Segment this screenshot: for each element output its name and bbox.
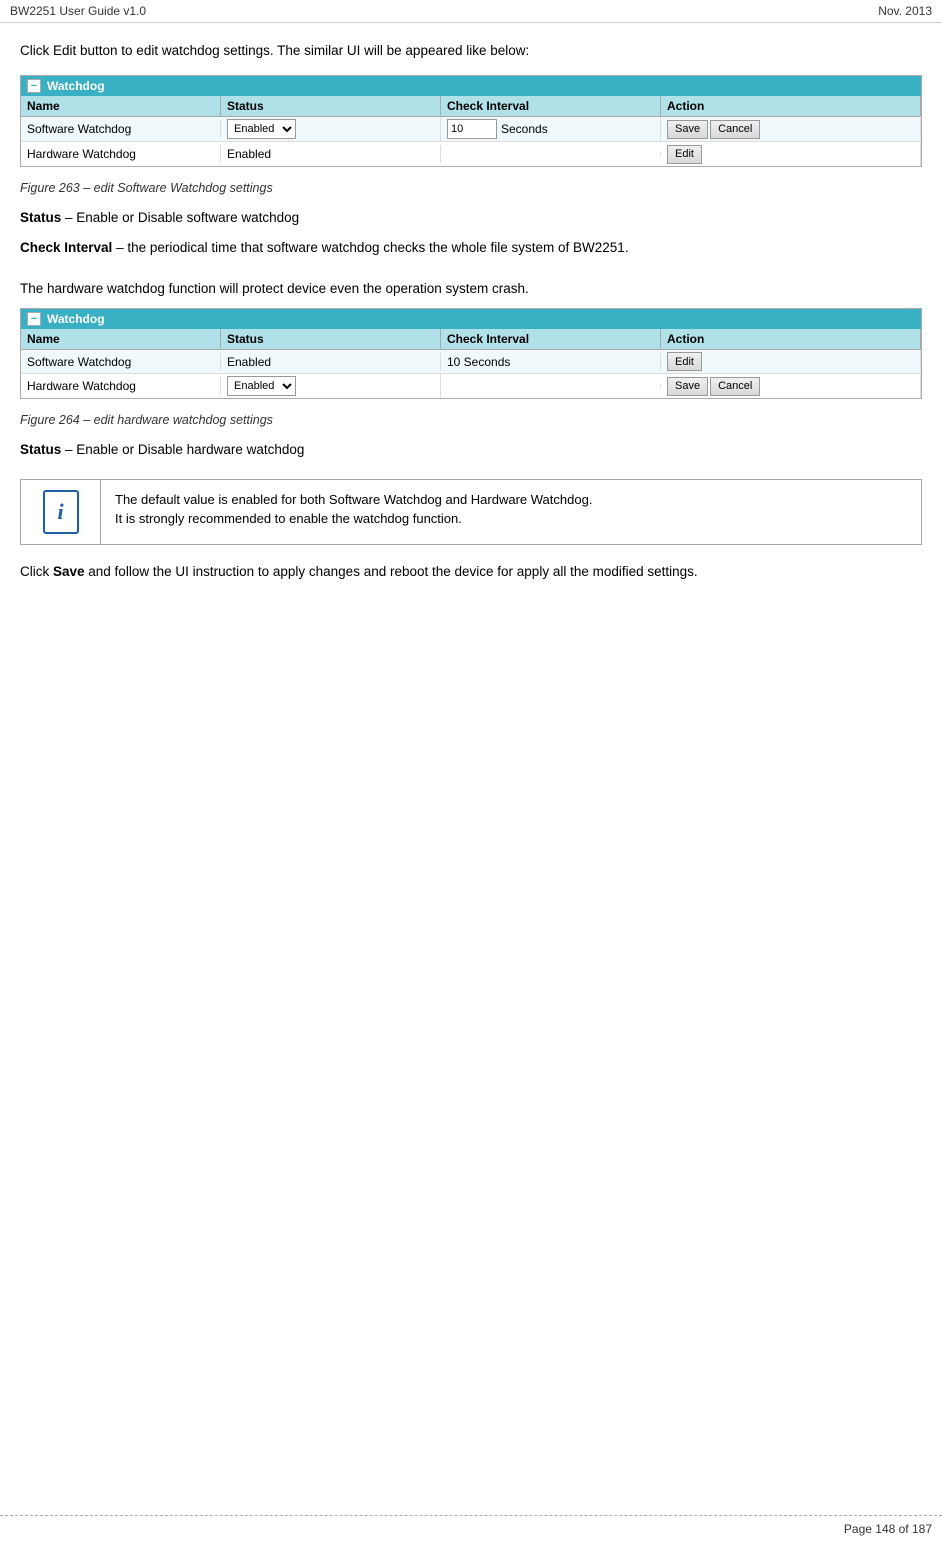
main-content: Click Edit button to edit watchdog setti…: [0, 23, 942, 650]
table1-collapse-icon[interactable]: −: [27, 79, 41, 93]
t2-col-header-action: Action: [661, 329, 921, 349]
row1-interval-input[interactable]: [447, 119, 497, 139]
check-interval-text: – the periodical time that software watc…: [116, 240, 629, 255]
status-label1: Status: [20, 210, 61, 225]
t2-row2-name: Hardware Watchdog: [21, 377, 221, 395]
row2-check-interval: [441, 152, 661, 156]
info-text-cell: The default value is enabled for both So…: [101, 480, 606, 544]
status-text1: – Enable or Disable software watchdog: [65, 210, 299, 225]
t2-row1-action: Edit: [661, 350, 921, 373]
click-save-suffix: and follow the UI instruction to apply c…: [85, 564, 698, 579]
watchdog-table-1: − Watchdog Name Status Check Interval Ac…: [20, 75, 922, 167]
table2-col-headers: Name Status Check Interval Action: [21, 329, 921, 350]
t2-row2-cancel-button[interactable]: Cancel: [710, 377, 760, 396]
figure2-caption: Figure 264 – edit hardware watchdog sett…: [20, 413, 922, 427]
t2-row1-status: Enabled: [221, 353, 441, 371]
table1-title: Watchdog: [47, 79, 105, 93]
t2-row2-status-select[interactable]: Enabled Disabled: [227, 376, 296, 396]
check-interval-label: Check Interval: [20, 240, 112, 255]
col-header-check-interval: Check Interval: [441, 96, 661, 116]
figure1-caption: Figure 263 – edit Software Watchdog sett…: [20, 181, 922, 195]
t2-row1-check-interval: 10 Seconds: [441, 353, 661, 371]
t2-col-header-name: Name: [21, 329, 221, 349]
info-line1: The default value is enabled for both So…: [115, 492, 592, 507]
status-section1: Status – Enable or Disable software watc…: [20, 207, 922, 229]
hardware-intro: The hardware watchdog function will prot…: [20, 278, 922, 300]
info-i-letter: i: [57, 499, 63, 525]
t2-row2-action: Save Cancel: [661, 375, 921, 398]
status-label2: Status: [20, 442, 61, 457]
row1-action: Save Cancel: [661, 118, 921, 141]
t2-col-header-status: Status: [221, 329, 441, 349]
col-header-action: Action: [661, 96, 921, 116]
t2-row2-save-button[interactable]: Save: [667, 377, 708, 396]
info-box: i The default value is enabled for both …: [20, 479, 922, 545]
row2-name: Hardware Watchdog: [21, 145, 221, 163]
table-row: Software Watchdog Enabled Disabled Secon…: [21, 117, 921, 142]
table-row: Hardware Watchdog Enabled Edit: [21, 142, 921, 166]
click-save-prefix: Click: [20, 564, 53, 579]
row1-status-select[interactable]: Enabled Disabled: [227, 119, 296, 139]
row2-edit-button[interactable]: Edit: [667, 145, 702, 164]
col-header-status: Status: [221, 96, 441, 116]
row1-cancel-button[interactable]: Cancel: [710, 120, 760, 139]
table2-header: − Watchdog: [21, 309, 921, 329]
info-icon: i: [43, 490, 79, 534]
row1-check-interval: Seconds: [441, 117, 661, 141]
t2-row1-edit-button[interactable]: Edit: [667, 352, 702, 371]
row1-save-button[interactable]: Save: [667, 120, 708, 139]
row1-name: Software Watchdog: [21, 120, 221, 138]
doc-title: BW2251 User Guide v1.0: [10, 4, 146, 18]
table1-header: − Watchdog: [21, 76, 921, 96]
row2-action: Edit: [661, 143, 921, 166]
intro-text: Click Edit button to edit watchdog setti…: [20, 41, 922, 61]
table-row: Hardware Watchdog Enabled Disabled Save …: [21, 374, 921, 398]
t2-row1-name: Software Watchdog: [21, 353, 221, 371]
col-header-name: Name: [21, 96, 221, 116]
t2-col-header-check-interval: Check Interval: [441, 329, 661, 349]
row2-status: Enabled: [221, 145, 441, 163]
check-interval-section: Check Interval – the periodical time tha…: [20, 237, 922, 259]
page-info: Page 148 of 187: [844, 1522, 932, 1536]
watchdog-table-2: − Watchdog Name Status Check Interval Ac…: [20, 308, 922, 399]
row1-interval-unit: Seconds: [501, 122, 548, 136]
save-bold-label: Save: [53, 564, 85, 579]
footer-bar: Page 148 of 187: [0, 1515, 942, 1542]
table-row: Software Watchdog Enabled 10 Seconds Edi…: [21, 350, 921, 374]
table2-title: Watchdog: [47, 312, 105, 326]
status-text2: – Enable or Disable hardware watchdog: [65, 442, 304, 457]
t2-row2-status: Enabled Disabled: [221, 374, 441, 398]
table1-col-headers: Name Status Check Interval Action: [21, 96, 921, 117]
t2-row2-check-interval: [441, 384, 661, 388]
click-save-paragraph: Click Save and follow the UI instruction…: [20, 561, 922, 583]
row1-status: Enabled Disabled: [221, 117, 441, 141]
doc-date: Nov. 2013: [878, 4, 932, 18]
status-section2: Status – Enable or Disable hardware watc…: [20, 439, 922, 461]
info-icon-cell: i: [21, 480, 101, 544]
header-bar: BW2251 User Guide v1.0 Nov. 2013: [0, 0, 942, 23]
info-line2: It is strongly recommended to enable the…: [115, 511, 462, 526]
table2-collapse-icon[interactable]: −: [27, 312, 41, 326]
